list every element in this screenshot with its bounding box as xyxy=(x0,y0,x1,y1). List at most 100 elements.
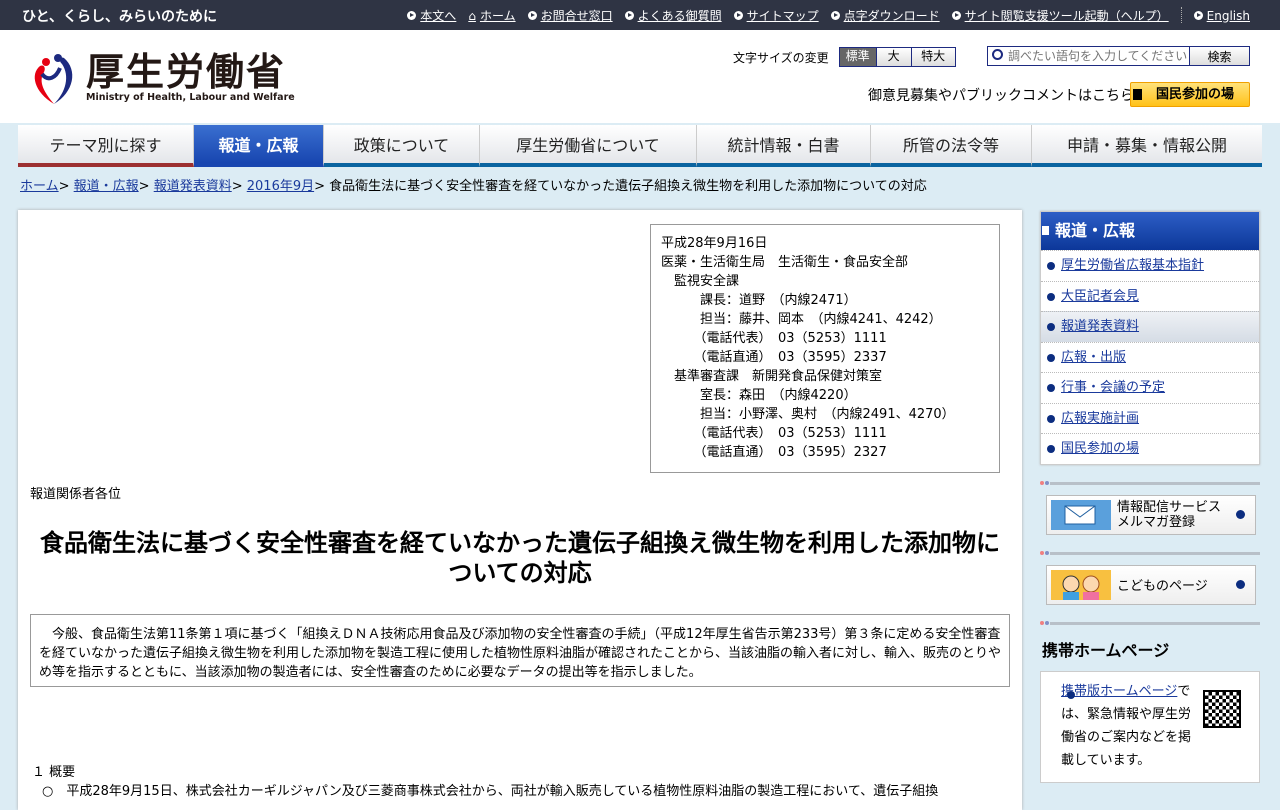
contact-line: 監視安全課 xyxy=(661,274,740,289)
nav-laws[interactable]: 所管の法令等 xyxy=(871,125,1032,167)
nav-press[interactable]: 報道・広報 xyxy=(194,125,324,167)
contact-line: 課長：道野 （内線2471） xyxy=(661,293,857,308)
contact-line: 医薬・生活衛生局 生活衛生・食品安全部 xyxy=(661,255,909,270)
link-label: ホーム xyxy=(479,9,516,23)
font-size-xlarge-button[interactable]: 特大 xyxy=(910,48,955,66)
link-label: English xyxy=(1206,8,1250,23)
link-label: サイト閲覧支援ツール起動（ヘルプ） xyxy=(964,9,1169,23)
contact-line: 室長：森田 （内線4220） xyxy=(661,388,857,403)
divider xyxy=(1040,550,1260,555)
sidebar-item-press-conference: 大臣記者会見 xyxy=(1041,280,1259,312)
contact-line: 担当：小野澤、奥村 （内線2491、4270） xyxy=(661,407,955,422)
font-size-standard-button[interactable]: 標準 xyxy=(839,48,876,66)
sidebar-link[interactable]: 広報実施計画 xyxy=(1061,411,1139,426)
font-size-large-button[interactable]: 大 xyxy=(875,48,911,66)
search-bar: 検索 xyxy=(987,46,1250,66)
sidebar-item-policy: 厚生労働省広報基本指針 xyxy=(1041,250,1259,281)
accessibility-tool-link[interactable]: サイト閲覧支援ツール起動（ヘルプ） xyxy=(951,7,1169,24)
tagline: ひと、くらし、みらいのために xyxy=(22,9,218,25)
sidebar-link[interactable]: 広報・出版 xyxy=(1061,350,1126,365)
overview-section: １ 概要 ○ 平成28年9月15日、株式会社カーギルジャパン及び三菱商事株式会社… xyxy=(32,763,938,801)
mobile-heading: 携帯ホームページ xyxy=(1042,640,1170,660)
arrow-icon xyxy=(951,11,961,20)
skip-to-content-link[interactable]: 本文へ xyxy=(407,7,456,24)
search-icon xyxy=(992,49,1003,60)
sidebar-link[interactable]: 国民参加の場 xyxy=(1061,441,1139,456)
nav-applications[interactable]: 申請・募集・情報公開 xyxy=(1032,125,1262,167)
breadcrumb-press[interactable]: 報道・広報 xyxy=(74,179,139,194)
logo-english-text: Ministry of Health, Labour and Welfare xyxy=(86,92,295,103)
link-label: 点字ダウンロード xyxy=(843,9,940,23)
banner-text: こどものページ xyxy=(1117,579,1208,594)
banner-text: 情報配信サービス xyxy=(1117,499,1222,515)
link-label: お問合せ窓口 xyxy=(540,9,613,23)
page-title: 食品衛生法に基づく安全性審査を経ていなかった遺伝子組換え微生物を利用した添加物に… xyxy=(40,529,1000,587)
arrow-icon xyxy=(527,11,537,20)
summary-box: 今般、食品衛生法第11条第１項に基づく「組換えＤＮＡ技術応用食品及び添加物の安全… xyxy=(30,614,1010,687)
sidebar-item-press-releases: 報道発表資料 xyxy=(1041,311,1259,342)
search-input[interactable] xyxy=(988,47,1189,65)
sidebar-link[interactable]: 報道発表資料 xyxy=(1061,319,1139,334)
site-logo[interactable]: 厚生労働省 Ministry of Health, Labour and Wel… xyxy=(30,52,295,106)
home-link[interactable]: ⌂ ホーム xyxy=(468,7,515,24)
search-button[interactable]: 検索 xyxy=(1189,47,1249,65)
nav-statistics[interactable]: 統計情報・白書 xyxy=(697,125,871,167)
bullet-text: ○ 平成28年9月15日、株式会社カーギルジャパン及び三菱商事株式会社から、両社… xyxy=(42,784,939,799)
contact-line: 担当：藤井、岡本 （内線4241、4242） xyxy=(661,312,942,327)
nav-policy[interactable]: 政策について xyxy=(324,125,480,167)
contact-line: （電話代表） 03（5253）1111 xyxy=(661,426,887,441)
sitemap-link[interactable]: サイトマップ xyxy=(733,7,819,24)
divider xyxy=(1040,480,1260,485)
addressee: 報道関係者各位 xyxy=(30,487,122,502)
qr-code-icon xyxy=(1203,689,1241,728)
mail-magazine-banner[interactable]: 情報配信サービス メルマガ登録 xyxy=(1046,494,1256,535)
banner-text: メルマガ登録 xyxy=(1117,514,1196,530)
breadcrumb-press-releases[interactable]: 報道発表資料 xyxy=(154,179,232,194)
arrow-icon xyxy=(733,11,743,20)
global-nav: テーマ別に探す 報道・広報 政策について 厚生労働省について 統計情報・白書 所… xyxy=(18,125,1262,167)
section-heading: １ 概要 xyxy=(32,765,76,780)
kids-page-banner[interactable]: こどものページ xyxy=(1046,564,1256,605)
mhlw-logo-icon xyxy=(34,54,73,104)
kokumin-sanka-button[interactable]: 国民参加の場 xyxy=(1130,82,1250,107)
divider xyxy=(1040,620,1260,625)
sidebar-item-publications: 広報・出版 xyxy=(1041,341,1259,373)
link-label: よくある御質問 xyxy=(637,9,722,23)
contact-link[interactable]: お問合せ窓口 xyxy=(527,7,613,24)
sidebar-link[interactable]: 厚生労働省広報基本指針 xyxy=(1061,258,1204,273)
main-content: 平成28年9月16日 医薬・生活衛生局 生活衛生・食品安全部 監視安全課 課長：… xyxy=(18,210,1022,810)
breadcrumb-month[interactable]: 2016年9月 xyxy=(247,179,314,194)
font-size-label: 文字サイズの変更 xyxy=(733,50,829,65)
divider xyxy=(1180,7,1182,23)
public-comment-text: 御意見募集やパブリックコメントはこちら xyxy=(868,88,1134,104)
arrow-icon xyxy=(624,11,634,20)
header: 厚生労働省 Ministry of Health, Labour and Wel… xyxy=(0,30,1280,123)
arrow-icon xyxy=(1236,579,1245,589)
link-label: サイトマップ xyxy=(746,9,819,23)
mobile-box: 携帯版ホームページでは、緊急情報や厚生労働省のご案内などを掲載しています。 xyxy=(1040,670,1260,783)
english-link[interactable]: English xyxy=(1193,7,1250,24)
nav-about[interactable]: 厚生労働省について xyxy=(480,125,697,167)
sidebar-link[interactable]: 大臣記者会見 xyxy=(1061,289,1139,304)
breadcrumb-home[interactable]: ホーム xyxy=(20,179,59,194)
breadcrumb-current: 食品衛生法に基づく安全性審査を経ていなかった遺伝子組換え微生物を利用した添加物に… xyxy=(329,179,927,194)
top-bar: ひと、くらし、みらいのために 本文へ ⌂ ホーム お問合せ窓口 よくある御質問 サ… xyxy=(0,0,1280,30)
sidebar-menu: 報道・広報 厚生労働省広報基本指針 大臣記者会見 報道発表資料 広報・出版 行事… xyxy=(1040,211,1260,465)
sidebar-link[interactable]: 行事・会議の予定 xyxy=(1061,380,1165,395)
arrow-icon xyxy=(830,11,840,20)
sidebar-item-participation: 国民参加の場 xyxy=(1041,433,1259,464)
children-icon xyxy=(1051,569,1111,600)
home-icon: ⌂ xyxy=(468,8,476,23)
sidebar-heading[interactable]: 報道・広報 xyxy=(1041,212,1259,250)
logo-text: 厚生労働省 xyxy=(86,50,287,94)
braille-download-link[interactable]: 点字ダウンロード xyxy=(830,7,940,24)
link-label: 本文へ xyxy=(420,9,457,23)
mobile-site-link[interactable]: 携帯版ホームページ xyxy=(1061,684,1177,699)
arrow-icon xyxy=(407,11,417,20)
faq-link[interactable]: よくある御質問 xyxy=(624,7,722,24)
arrow-icon xyxy=(1236,509,1245,519)
contact-line: （電話代表） 03（5253）1111 xyxy=(661,331,887,346)
arrow-icon xyxy=(1193,11,1203,20)
sidebar: 報道・広報 厚生労働省広報基本指針 大臣記者会見 報道発表資料 広報・出版 行事… xyxy=(1040,211,1260,783)
nav-theme[interactable]: テーマ別に探す xyxy=(18,125,194,167)
